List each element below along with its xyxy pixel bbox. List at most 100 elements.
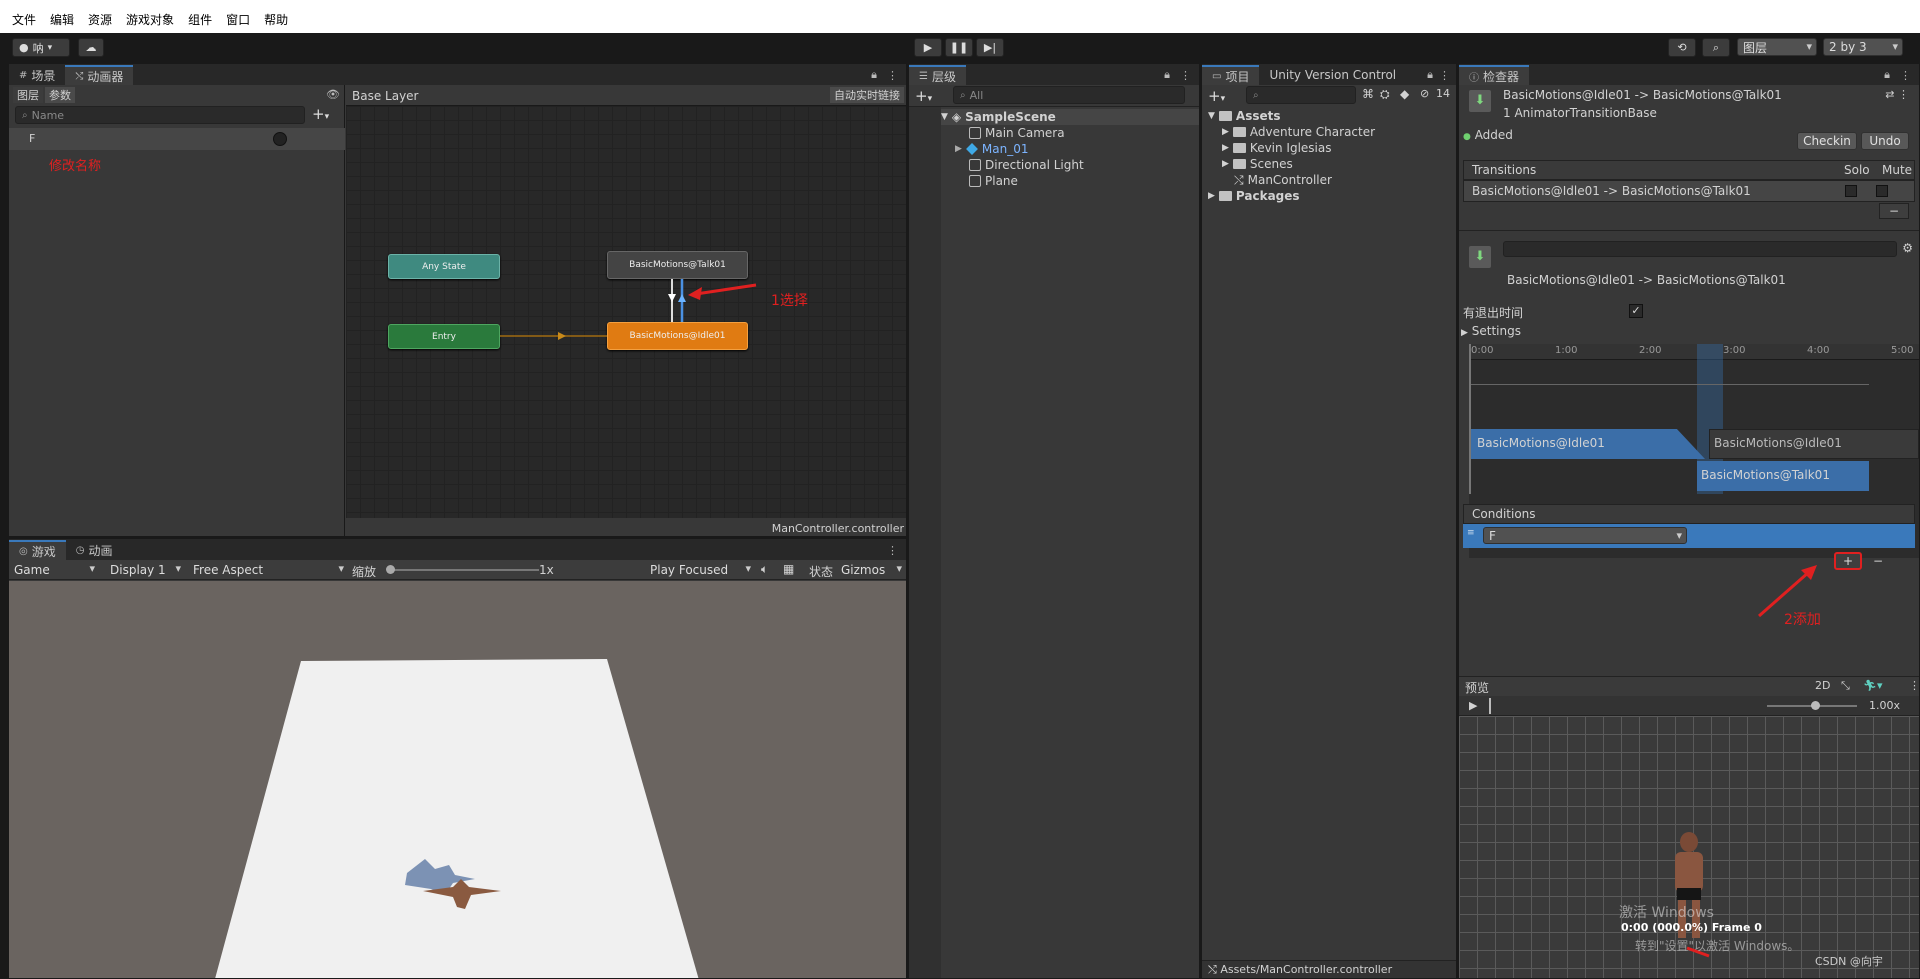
preview-speed-handle[interactable] [1811, 701, 1820, 710]
lock-icon[interactable]: 🔒︎ [1164, 68, 1170, 82]
ground-plane [215, 659, 699, 978]
parameter-name[interactable]: F [29, 132, 35, 145]
lock-icon[interactable]: 🔒︎ [1427, 68, 1433, 82]
hierarchy-item-directional-light[interactable]: Directional Light [969, 157, 1084, 173]
tab-game[interactable]: ◎ 游戏 [9, 540, 66, 560]
project-item-kevin-iglesias[interactable]: ▶ Kevin Iglesias [1222, 140, 1332, 156]
search-icon: ⌕ [22, 109, 28, 121]
label-icon[interactable]: ◆ [1400, 87, 1409, 101]
hierarchy-item-plane[interactable]: Plane [969, 173, 1018, 189]
menu-edit[interactable]: 编辑 [50, 11, 74, 28]
down-arrow-head [668, 294, 676, 302]
tab-animator[interactable]: ⤭ 动画器 [65, 65, 134, 85]
preview-playhead[interactable] [1489, 698, 1491, 714]
stats-button[interactable]: 状态 [809, 563, 833, 580]
play-icon: ▶ [923, 41, 933, 54]
hierarchy-tabbar: ☰ 层级 🔒︎ ⋮ [909, 64, 1199, 85]
menu-assets[interactable]: 资源 [88, 11, 112, 28]
menu-file[interactable]: 文件 [12, 11, 36, 28]
pause-button[interactable]: ❚❚ [945, 38, 973, 57]
play-focused-dropdown[interactable]: Play Focused [645, 561, 755, 579]
project-search-input[interactable]: ⌕ [1246, 86, 1356, 104]
entry-arrow-head [558, 332, 566, 340]
project-item-scenes[interactable]: ▶ Scenes [1222, 156, 1293, 172]
lock-icon[interactable]: 🔒︎ [871, 68, 877, 82]
search-icon: ⌕ [1712, 40, 1720, 54]
eye-icon[interactable]: 👁︎ [326, 88, 340, 101]
scale-label: 缩放 [352, 565, 377, 579]
project-item-adventure-character[interactable]: ▶ Adventure Character [1222, 124, 1375, 140]
hierarchy-item-man01[interactable]: ▶ Man_01 [955, 141, 1029, 157]
preview-2d-toggle[interactable]: 2D [1815, 679, 1830, 692]
folder-icon [1232, 159, 1246, 169]
expand-arrow-icon: ▶ [1208, 191, 1215, 201]
layers-dropdown[interactable]: 图层 [1737, 38, 1817, 56]
project-item-mancontroller[interactable]: ⤭ ManController [1234, 172, 1332, 188]
annotation-rename: 修改名称 [49, 159, 102, 174]
hierarchy-item-main-camera[interactable]: Main Camera [969, 125, 1065, 141]
kebab-menu-icon[interactable]: ⋮ [887, 69, 898, 82]
animator-controller-icon: ⤭ [1208, 963, 1217, 976]
character-torso [1675, 852, 1703, 892]
subtab-parameters[interactable]: 参数 [45, 87, 75, 103]
menu-component[interactable]: 组件 [188, 11, 212, 28]
gizmos-dropdown[interactable]: Gizmos [836, 561, 906, 579]
account-dropdown[interactable]: ● 呐 ▾ [12, 38, 70, 57]
menu-gameobject[interactable]: 游戏对象 [126, 11, 174, 28]
hierarchy-search-input[interactable]: ⌕ All [953, 86, 1185, 104]
parameter-search-input[interactable]: ⌕ Name [15, 106, 305, 124]
menu-window[interactable]: 窗口 [226, 11, 250, 28]
state-machine-graph[interactable]: Any State Entry BasicMotions@Talk01 Basi… [346, 106, 906, 518]
parameter-row[interactable]: F [9, 128, 345, 150]
create-button[interactable]: +▾ [915, 87, 932, 105]
tab-scene[interactable]: # 场景 [9, 65, 65, 85]
expand-arrow-icon: ▶ [955, 144, 962, 154]
cloud-button[interactable]: ☁ [78, 38, 104, 57]
keyboard-icon[interactable]: ▦ [783, 562, 794, 576]
mute-audio-icon[interactable]: 🔈︎ [761, 562, 768, 577]
step-button[interactable]: ▶| [976, 38, 1004, 57]
game-tabbar: ◎ 游戏 ◷ 动画 ⋮ [9, 539, 906, 560]
tab-animation[interactable]: ◷ 动画 [66, 540, 123, 560]
filter-icon[interactable]: ⛭ [1380, 87, 1390, 102]
scale-slider[interactable] [389, 569, 539, 571]
transition-arrows [500, 279, 757, 340]
search-by-type-icon[interactable]: ⌘ [1362, 87, 1374, 101]
kebab-menu-icon[interactable]: ⋮ [1909, 679, 1919, 692]
breadcrumb[interactable]: Base Layer [352, 89, 419, 103]
scale-slider-handle[interactable] [386, 565, 395, 574]
create-asset-button[interactable]: +▾ [1208, 87, 1225, 105]
aspect-dropdown[interactable]: Free Aspect [188, 561, 348, 579]
kebab-menu-icon[interactable]: ⋮ [887, 544, 898, 557]
kebab-menu-icon[interactable]: ⋮ [1180, 69, 1191, 82]
hidden-packages-icon[interactable]: ⊘ [1420, 87, 1429, 100]
auto-live-link-toggle[interactable]: 自动实时链接 [830, 87, 904, 103]
game-mode-dropdown[interactable]: Game [9, 561, 99, 579]
pivot-icon[interactable]: ⤡ [1841, 679, 1850, 693]
tab-project[interactable]: ▭ 项目 [1202, 65, 1260, 85]
preview-play-icon[interactable]: ▶ [1469, 699, 1477, 712]
subtab-layers[interactable]: 图层 [13, 87, 43, 103]
character-head [1680, 832, 1698, 852]
search-button[interactable]: ⌕ [1702, 38, 1730, 57]
tab-hierarchy[interactable]: ☰ 层级 [909, 65, 966, 85]
watermark-settings: 转到"设置"以激活 Windows。 [1635, 939, 1800, 953]
game-view[interactable] [9, 581, 906, 978]
display-dropdown[interactable]: Display 1 [105, 561, 185, 579]
play-button[interactable]: ▶ [914, 38, 942, 57]
kebab-menu-icon[interactable]: ⋮ [1439, 69, 1450, 82]
project-packages-root[interactable]: ▶ Packages [1208, 188, 1300, 204]
menu-help[interactable]: 帮助 [264, 11, 288, 28]
search-icon: ⌕ [1253, 89, 1259, 101]
add-parameter-button[interactable]: +▾ [312, 106, 340, 124]
scene-row[interactable]: ▼ ◈ SampleScene [941, 109, 1199, 125]
history-button[interactable]: ⟲ [1668, 38, 1696, 57]
trigger-toggle[interactable] [273, 132, 287, 146]
preview-viewport[interactable]: 激活 Windows 0:00 (000.0%) Frame 0 转到"设置"以… [1459, 716, 1919, 978]
preview-frame: 0:00 (000.0%) Frame 0 [1621, 921, 1762, 934]
project-assets-root[interactable]: ▼ Assets [1208, 108, 1281, 124]
avatar-icon[interactable]: 🏃︎▾ [1863, 679, 1883, 692]
grid-icon: # [19, 69, 28, 81]
tab-unity-version-control[interactable]: Unity Version Control [1259, 65, 1406, 85]
layout-dropdown[interactable]: 2 by 3 [1823, 38, 1903, 56]
